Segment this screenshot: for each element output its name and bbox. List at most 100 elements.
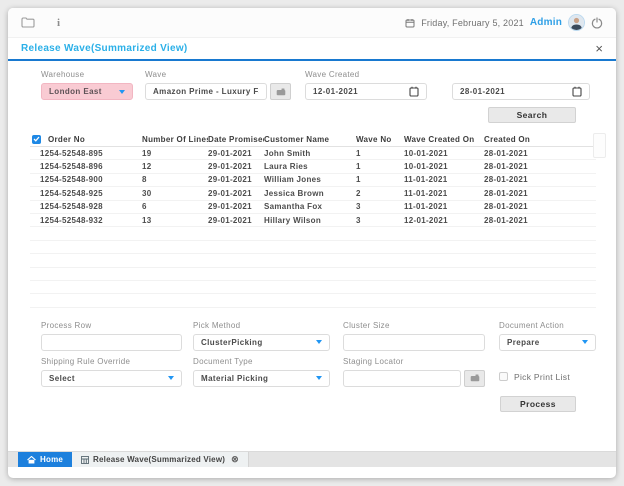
user-menu[interactable]: Admin bbox=[530, 17, 562, 28]
orders-table: Order No Number Of Lines Date Promised C… bbox=[30, 132, 596, 308]
col-customer-name[interactable]: Customer Name bbox=[264, 135, 356, 144]
pick-print-list-label: Pick Print List bbox=[514, 372, 570, 382]
table-cell: 29-01-2021 bbox=[208, 189, 264, 198]
process-row-input-wrap bbox=[41, 334, 182, 351]
process-row-label: Process Row bbox=[41, 321, 182, 330]
process-row-group: Process Row bbox=[41, 321, 182, 351]
tab-label: Release Wave(Summarized View) bbox=[93, 455, 225, 464]
table-row[interactable]: 1254-52548-9253029-01-2021Jessica Brown2… bbox=[30, 187, 596, 200]
table-cell: 28-01-2021 bbox=[484, 202, 596, 211]
table-cell: 13 bbox=[142, 216, 208, 225]
document-type-select[interactable]: Material Picking bbox=[193, 370, 330, 387]
home-tab[interactable]: Home bbox=[18, 452, 72, 467]
table-row-empty bbox=[30, 268, 596, 281]
wave-created-to-field[interactable]: 28-01-2021 bbox=[452, 83, 590, 100]
cluster-size-label: Cluster Size bbox=[343, 321, 485, 330]
warehouse-group: Warehouse London East bbox=[41, 70, 133, 100]
document-type-label: Document Type bbox=[193, 357, 330, 366]
search-button[interactable]: Search bbox=[488, 107, 576, 123]
table-row-empty bbox=[30, 294, 596, 307]
table-cell: 10-01-2021 bbox=[404, 162, 484, 171]
staging-locator-input-wrap bbox=[343, 370, 461, 387]
table-cell: 29-01-2021 bbox=[208, 149, 264, 158]
col-order-no[interactable]: Order No bbox=[48, 135, 85, 144]
table-cell: 1254-52548-925 bbox=[30, 189, 142, 198]
pick-method-select[interactable]: ClusterPicking bbox=[193, 334, 330, 351]
wave-created-from-value: 12-01-2021 bbox=[313, 87, 358, 96]
calendar-icon bbox=[405, 18, 415, 28]
table-cell: 28-01-2021 bbox=[484, 189, 596, 198]
table-cell: 1 bbox=[356, 149, 404, 158]
folder-icon[interactable] bbox=[21, 17, 35, 28]
table-cell: Samantha Fox bbox=[264, 202, 356, 211]
staging-locator-input[interactable] bbox=[351, 374, 453, 383]
table-cell: 11-01-2021 bbox=[404, 175, 484, 184]
process-row-input[interactable] bbox=[49, 338, 174, 347]
tab-close-icon[interactable]: ⊗ bbox=[231, 455, 239, 464]
table-cell: 10-01-2021 bbox=[404, 149, 484, 158]
orders-table-body: 1254-52548-8951929-01-2021John Smith110-… bbox=[30, 147, 596, 308]
col-wave-no[interactable]: Wave No bbox=[356, 135, 404, 144]
wave-label: Wave bbox=[145, 70, 291, 79]
orders-table-header: Order No Number Of Lines Date Promised C… bbox=[30, 132, 596, 147]
top-bar: i Friday, February 5, 2021 Admin bbox=[8, 8, 616, 38]
document-action-select[interactable]: Prepare bbox=[499, 334, 596, 351]
table-cell: 28-01-2021 bbox=[484, 149, 596, 158]
user-avatar[interactable] bbox=[568, 14, 585, 31]
table-cell: 2 bbox=[356, 189, 404, 198]
table-cell: 19 bbox=[142, 149, 208, 158]
shipping-rule-select[interactable]: Select bbox=[41, 370, 182, 387]
wave-lookup-button[interactable] bbox=[270, 83, 291, 100]
table-cell: 28-01-2021 bbox=[484, 175, 596, 184]
table-cell: 12 bbox=[142, 162, 208, 171]
wave-created-to-value: 28-01-2021 bbox=[460, 87, 505, 96]
document-type-value: Material Picking bbox=[201, 374, 268, 383]
table-cell: 1254-52548-895 bbox=[30, 149, 142, 158]
table-row[interactable]: 1254-52548-928629-01-2021Samantha Fox311… bbox=[30, 201, 596, 214]
table-cell: Hillary Wilson bbox=[264, 216, 356, 225]
info-icon[interactable]: i bbox=[57, 17, 60, 29]
table-cell: 29-01-2021 bbox=[208, 162, 264, 171]
cluster-size-input[interactable] bbox=[351, 338, 477, 347]
pick-method-group: Pick Method ClusterPicking bbox=[193, 321, 330, 351]
table-cell: 1254-52548-928 bbox=[30, 202, 142, 211]
col-date-promised[interactable]: Date Promised bbox=[208, 135, 264, 144]
chevron-down-icon bbox=[582, 340, 588, 344]
table-cell: 29-01-2021 bbox=[208, 202, 264, 211]
col-created-on[interactable]: Created On bbox=[484, 135, 596, 144]
table-row-empty bbox=[30, 227, 596, 240]
calendar-icon[interactable] bbox=[572, 86, 582, 97]
table-row[interactable]: 1254-52548-900829-01-2021William Jones11… bbox=[30, 174, 596, 187]
table-row[interactable]: 1254-52548-9321329-01-2021Hillary Wilson… bbox=[30, 214, 596, 227]
table-cell: 3 bbox=[356, 202, 404, 211]
table-cell: 29-01-2021 bbox=[208, 175, 264, 184]
table-cell: 1254-52548-896 bbox=[30, 162, 142, 171]
table-row[interactable]: 1254-52548-8961229-01-2021Laura Ries110-… bbox=[30, 160, 596, 173]
warehouse-label: Warehouse bbox=[41, 70, 133, 79]
close-icon[interactable]: × bbox=[595, 42, 603, 55]
process-button[interactable]: Process bbox=[500, 396, 576, 412]
table-scrollbar[interactable] bbox=[593, 133, 606, 158]
wave-created-group: Wave Created 12-01-2021 28-01-2021 bbox=[305, 70, 590, 100]
table-cell: 12-01-2021 bbox=[404, 216, 484, 225]
table-row-empty bbox=[30, 254, 596, 267]
staging-locator-lookup-button[interactable] bbox=[464, 370, 485, 387]
table-cell: Jessica Brown bbox=[264, 189, 356, 198]
pick-print-list-checkbox[interactable] bbox=[499, 372, 508, 381]
col-wave-created-on[interactable]: Wave Created On bbox=[404, 135, 484, 144]
home-icon bbox=[27, 456, 36, 464]
chevron-down-icon bbox=[316, 376, 322, 380]
logout-power-icon[interactable] bbox=[591, 17, 603, 29]
select-all-checkbox[interactable] bbox=[32, 135, 41, 144]
tab-release-wave[interactable]: Release Wave(Summarized View) ⊗ bbox=[72, 452, 249, 467]
col-number-of-lines[interactable]: Number Of Lines bbox=[142, 135, 208, 144]
table-cell: John Smith bbox=[264, 149, 356, 158]
calendar-icon[interactable] bbox=[409, 86, 419, 97]
cluster-size-input-wrap bbox=[343, 334, 485, 351]
table-cell: 8 bbox=[142, 175, 208, 184]
table-row[interactable]: 1254-52548-8951929-01-2021John Smith110-… bbox=[30, 147, 596, 160]
wave-input[interactable] bbox=[153, 87, 259, 96]
warehouse-select[interactable]: London East bbox=[41, 83, 133, 100]
wave-group: Wave bbox=[145, 70, 291, 100]
wave-created-from-field[interactable]: 12-01-2021 bbox=[305, 83, 427, 100]
